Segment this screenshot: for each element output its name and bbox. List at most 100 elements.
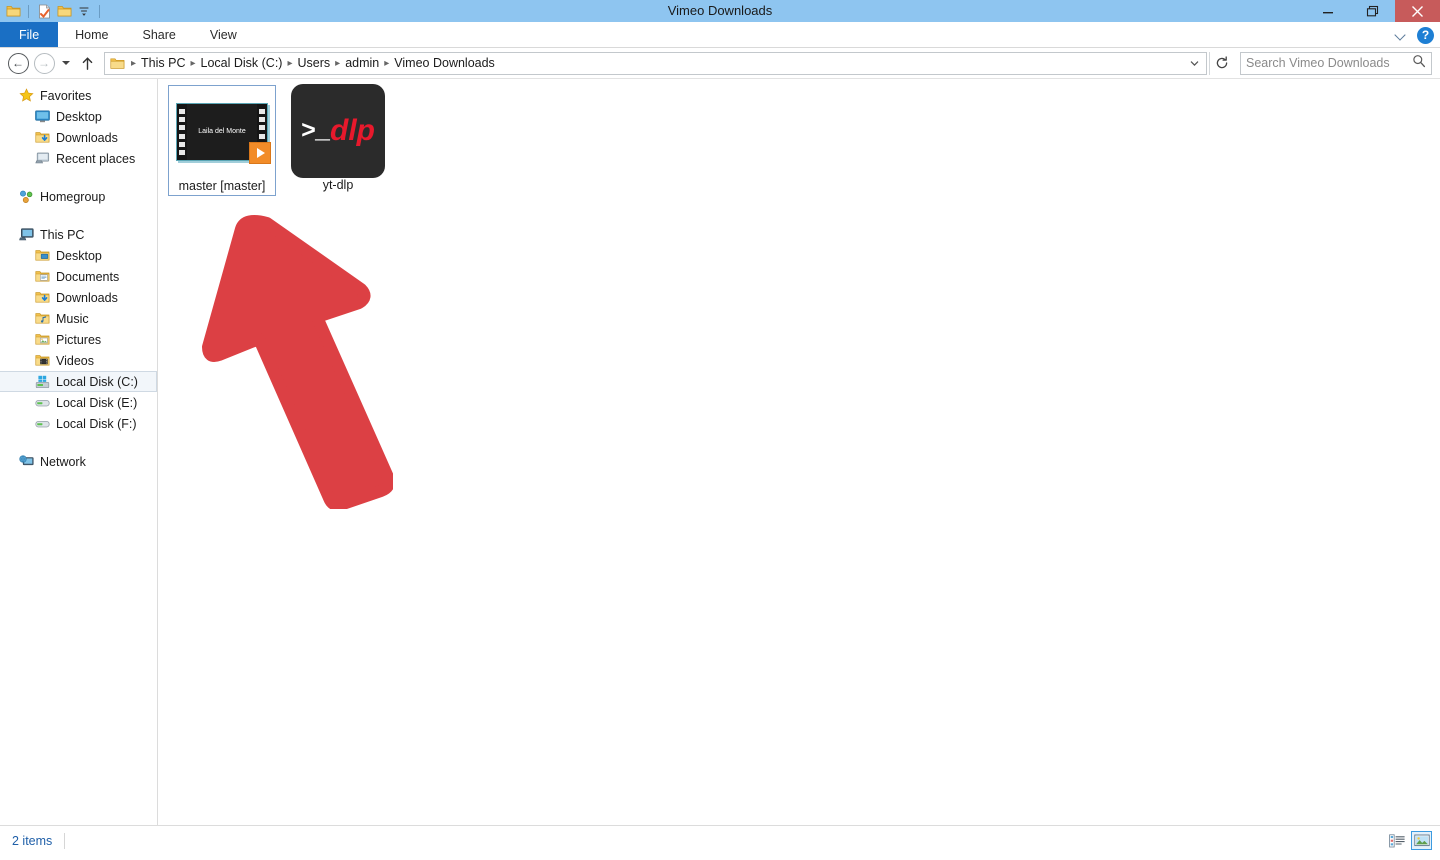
folder-icon[interactable] xyxy=(4,2,22,20)
homegroup-icon xyxy=(18,189,34,205)
title-bar: Vimeo Downloads xyxy=(0,0,1440,22)
status-bar: 2 items xyxy=(0,825,1440,855)
sidebar-label-local-disk-c: Local Disk (C:) xyxy=(56,374,138,389)
sidebar-label-desktop: Desktop xyxy=(56,248,102,263)
search-input[interactable]: Search Vimeo Downloads xyxy=(1240,51,1432,75)
breadcrumb-item-local-disk-c[interactable]: Local Disk (C:) xyxy=(198,56,286,70)
tab-share[interactable]: Share xyxy=(126,22,193,47)
sidebar-group-favorites[interactable]: Favorites xyxy=(0,85,157,106)
sidebar-label-homegroup: Homegroup xyxy=(40,189,106,204)
navigation-pane: Favorites Desktop Downloads Recent place… xyxy=(0,79,158,825)
up-button[interactable] xyxy=(76,51,98,75)
qat-separator xyxy=(28,4,29,18)
customize-qat-icon[interactable] xyxy=(75,2,93,20)
sidebar-item-local-disk-c[interactable]: Local Disk (C:) xyxy=(0,371,157,392)
quick-access-toolbar xyxy=(0,0,104,22)
window-title: Vimeo Downloads xyxy=(667,3,773,18)
refresh-button[interactable] xyxy=(1209,51,1233,75)
sidebar-item-music[interactable]: Music xyxy=(0,308,157,329)
sidebar-item-desktop[interactable]: Desktop xyxy=(0,245,157,266)
forward-arrow-icon: → xyxy=(33,52,55,74)
file-grid: Laila del Monte master [master] >_ dlp y… xyxy=(158,79,1440,196)
sidebar-item-downloads-fav[interactable]: Downloads xyxy=(0,127,157,148)
pictures-folder-icon xyxy=(34,332,50,348)
sidebar-label-network: Network xyxy=(40,454,86,469)
play-badge-icon xyxy=(249,142,271,164)
sidebar-gap-2 xyxy=(0,207,157,224)
breadcrumb-separator-0: ▸ xyxy=(131,57,137,69)
tab-home[interactable]: Home xyxy=(58,22,125,47)
new-folder-icon[interactable] xyxy=(55,2,73,20)
sidebar-item-videos[interactable]: Videos xyxy=(0,350,157,371)
sidebar-item-local-disk-f[interactable]: Local Disk (F:) xyxy=(0,413,157,434)
forward-button[interactable]: → xyxy=(32,51,56,75)
sidebar-label-downloads: Downloads xyxy=(56,290,118,305)
sidebar-item-downloads[interactable]: Downloads xyxy=(0,287,157,308)
sidebar-group-this-pc[interactable]: This PC xyxy=(0,224,157,245)
video-thumbnail-title: Laila del Monte xyxy=(198,128,246,136)
sidebar-label-recent-places: Recent places xyxy=(56,151,136,166)
videos-folder-icon xyxy=(34,353,50,369)
video-thumbnail-icon: Laila del Monte xyxy=(174,90,275,174)
item-count-label: 2 items xyxy=(12,833,53,848)
ribbon-right-controls: ? xyxy=(1395,22,1434,48)
back-arrow-icon: ← xyxy=(7,52,29,74)
restore-button[interactable] xyxy=(1350,0,1395,22)
sidebar-group-homegroup[interactable]: Homegroup xyxy=(0,186,157,207)
yt-dlp-app-icon: >_ dlp xyxy=(290,84,386,178)
file-label-master: master [master] xyxy=(178,179,266,193)
sidebar-gap-1 xyxy=(0,169,157,186)
sidebar-item-desktop-fav[interactable]: Desktop xyxy=(0,106,157,127)
file-item-master[interactable]: Laila del Monte master [master] xyxy=(168,85,276,196)
desktop-folder-icon xyxy=(34,248,50,264)
music-folder-icon xyxy=(34,311,50,327)
sidebar-gap-3 xyxy=(0,434,157,451)
sidebar-item-local-disk-e[interactable]: Local Disk (E:) xyxy=(0,392,157,413)
breadcrumb-item-vimeo-downloads[interactable]: Vimeo Downloads xyxy=(391,56,498,70)
breadcrumb[interactable]: ▸ This PC ▸ Local Disk (C:) ▸ Users ▸ ad… xyxy=(104,51,1207,75)
recent-locations-icon[interactable] xyxy=(58,51,74,75)
sidebar-item-recent-places[interactable]: Recent places xyxy=(0,148,157,169)
large-icons-view-icon[interactable] xyxy=(1411,831,1432,850)
sidebar-label-favorites: Favorites xyxy=(40,88,92,103)
downloads-folder-icon xyxy=(34,290,50,306)
desktop-icon xyxy=(34,109,50,125)
sidebar-label-music: Music xyxy=(56,311,89,326)
file-list-pane[interactable]: Laila del Monte master [master] >_ dlp y… xyxy=(158,79,1440,825)
drive-icon xyxy=(34,395,50,411)
sidebar-label-local-disk-e: Local Disk (E:) xyxy=(56,395,138,410)
help-icon[interactable]: ? xyxy=(1417,26,1434,44)
yt-dlp-prompt-glyph: >_ xyxy=(300,116,330,146)
sidebar-item-pictures[interactable]: Pictures xyxy=(0,329,157,350)
window-controls xyxy=(1305,0,1440,22)
sidebar-label-videos: Videos xyxy=(56,353,94,368)
details-view-icon[interactable] xyxy=(1386,831,1407,850)
close-button[interactable] xyxy=(1395,0,1440,22)
back-button[interactable]: ← xyxy=(6,51,30,75)
qat-separator-end xyxy=(99,4,100,18)
breadcrumb-separator-1: ▸ xyxy=(190,57,196,69)
sidebar-group-network[interactable]: Network xyxy=(0,451,157,472)
file-item-yt-dlp[interactable]: >_ dlp yt-dlp xyxy=(284,84,392,196)
breadcrumb-dropdown-icon[interactable] xyxy=(1186,60,1202,67)
breadcrumb-item-admin[interactable]: admin xyxy=(342,56,382,70)
sidebar-item-documents[interactable]: Documents xyxy=(0,266,157,287)
ribbon-tabs: File Home Share View ? xyxy=(0,22,1440,48)
file-label-yt-dlp: yt-dlp xyxy=(322,178,354,192)
documents-folder-icon xyxy=(34,269,50,285)
search-icon[interactable] xyxy=(1412,54,1426,73)
breadcrumb-item-this-pc[interactable]: This PC xyxy=(138,56,188,70)
sidebar-label-desktop-fav: Desktop xyxy=(56,109,102,124)
search-placeholder: Search Vimeo Downloads xyxy=(1246,56,1390,70)
tab-file[interactable]: File xyxy=(0,22,59,47)
tab-view[interactable]: View xyxy=(193,22,254,47)
this-pc-icon xyxy=(18,227,34,243)
chevron-down-icon[interactable] xyxy=(1395,29,1407,41)
breadcrumb-separator-3: ▸ xyxy=(335,57,341,69)
minimize-button[interactable] xyxy=(1305,0,1350,22)
breadcrumb-item-users[interactable]: Users xyxy=(295,56,334,70)
status-separator xyxy=(64,832,66,849)
sidebar-label-documents: Documents xyxy=(56,269,120,284)
sidebar-label-this-pc: This PC xyxy=(40,227,85,242)
properties-icon[interactable] xyxy=(35,2,53,20)
